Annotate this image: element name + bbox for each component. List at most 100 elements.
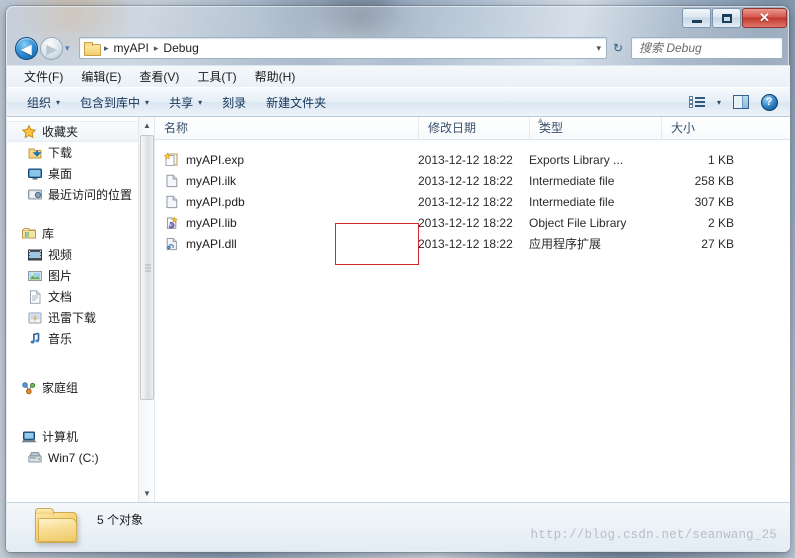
file-name-cell[interactable]: myAPI.pdb	[155, 194, 418, 210]
file-name-cell[interactable]: myAPI.dll	[155, 236, 418, 252]
address-bar[interactable]: ▸ myAPI ▸ Debug ▾	[79, 37, 607, 59]
chevron-down-icon: ▾	[716, 97, 721, 107]
breadcrumb-item-debug[interactable]: Debug	[160, 38, 201, 58]
file-date-cell: 2013-12-12 18:22	[418, 173, 513, 188]
table-row[interactable]: myAPI.ilk 2013-12-12 18:22 Intermediate …	[155, 170, 790, 191]
toolbar-burn-button[interactable]: 刻录	[212, 91, 256, 114]
file-size-cell: 1 KB	[707, 152, 734, 167]
file-date-cell: 2013-12-12 18:22	[418, 236, 513, 251]
change-view-dropdown[interactable]: ▾	[712, 91, 726, 113]
forward-arrow-icon: ▶	[46, 41, 57, 56]
dll-file-icon	[164, 236, 180, 252]
column-header-type[interactable]: 类型	[529, 117, 661, 140]
homegroup-icon	[21, 380, 37, 396]
preview-pane-button[interactable]	[728, 91, 754, 113]
back-button[interactable]: ◀	[15, 37, 38, 60]
toolbar-share-label: 共享	[169, 95, 194, 110]
table-row[interactable]: myAPI.dll 2013-12-12 18:22 应用程序扩展 27 KB	[155, 233, 790, 254]
folder-flap	[38, 518, 77, 542]
file-date-cell: 2013-12-12 18:22	[418, 194, 513, 209]
command-toolbar: 组织 ▾ 包含到库中 ▾ 共享 ▾ 刻录 新建文件夹 ▾ ?	[7, 87, 790, 117]
scroll-up-button[interactable]: ▲	[139, 117, 154, 134]
sidebar-item-computer[interactable]: 计算机	[7, 426, 154, 447]
file-list-pane: 名称 修改日期 类型 大小 ▲ myAPI.exp 2013-12-12 18:…	[155, 117, 790, 502]
help-icon: ?	[760, 93, 778, 111]
sidebar-label: 家庭组	[42, 381, 79, 395]
toolbar-right-group: ▾ ?	[684, 91, 790, 113]
toolbar-include-in-library-button[interactable]: 包含到库中 ▾	[70, 91, 159, 114]
pictures-icon	[27, 268, 43, 284]
list-top-spacer	[155, 140, 790, 149]
menu-item-file[interactable]: 文件(F)	[15, 66, 72, 87]
file-name-label: myAPI.dll	[186, 236, 237, 251]
sidebar-label: 库	[42, 227, 55, 241]
toolbar-organize-button[interactable]: 组织 ▾	[17, 91, 70, 114]
menu-item-tools[interactable]: 工具(T)	[188, 66, 245, 87]
sidebar-scrollbar[interactable]: ▲ ▼	[138, 117, 154, 502]
toolbar-burn-label: 刻录	[222, 95, 247, 110]
sidebar-label: 音乐	[48, 332, 73, 346]
scrollbar-thumb[interactable]	[140, 135, 154, 400]
sidebar-item-favorites[interactable]: 收藏夹	[7, 121, 154, 142]
preview-pane-icon	[733, 95, 749, 109]
sidebar-item-libraries[interactable]: 库	[7, 223, 154, 244]
table-row[interactable]: myAPI.pdb 2013-12-12 18:22 Intermediate …	[155, 191, 790, 212]
history-dropdown-button[interactable]: ▾	[65, 44, 76, 53]
sidebar-item-desktop[interactable]: 桌面	[7, 163, 154, 184]
menu-item-help[interactable]: 帮助(H)	[246, 66, 305, 87]
sidebar-item-thunder-download[interactable]: 迅雷下载	[7, 307, 154, 328]
sidebar-item-downloads[interactable]: 下载	[7, 142, 154, 163]
file-name-label: myAPI.exp	[186, 152, 245, 167]
column-header-size[interactable]: 大小	[661, 117, 743, 140]
column-header-name[interactable]: 名称	[155, 117, 418, 140]
file-name-label: myAPI.lib	[186, 215, 237, 230]
sidebar-item-music[interactable]: 音乐	[7, 328, 154, 349]
table-row[interactable]: myAPI.lib 2013-12-12 18:22 Object File L…	[155, 212, 790, 233]
watermark-url: http://blog.csdn.net/seanwang_25	[530, 528, 777, 542]
menu-item-edit[interactable]: 编辑(E)	[72, 66, 130, 87]
menu-item-view[interactable]: 查看(V)	[130, 66, 188, 87]
toolbar-new-folder-button[interactable]: 新建文件夹	[256, 91, 336, 114]
search-input[interactable]	[632, 41, 795, 55]
maximize-button[interactable]	[712, 8, 741, 28]
table-row[interactable]: myAPI.exp 2013-12-12 18:22 Exports Libra…	[155, 149, 790, 170]
forward-button[interactable]: ▶	[40, 37, 63, 60]
sidebar-item-homegroup[interactable]: 家庭组	[7, 377, 154, 398]
file-type-cell: Object File Library	[529, 215, 627, 230]
sidebar-item-recent-places[interactable]: 最近访问的位置	[7, 184, 154, 205]
sidebar-item-documents[interactable]: 文档	[7, 286, 154, 307]
refresh-button[interactable]: ↻	[609, 39, 627, 57]
toolbar-share-button[interactable]: 共享 ▾	[159, 91, 212, 114]
sidebar-label: 图片	[48, 269, 73, 283]
status-bar: 5 个对象	[7, 502, 790, 551]
address-dropdown-icon[interactable]: ▾	[596, 43, 601, 54]
folder-large-icon	[33, 508, 79, 546]
sidebar-item-pictures[interactable]: 图片	[7, 265, 154, 286]
title-bar: ✕	[7, 7, 790, 31]
toolbar-new-folder-label: 新建文件夹	[266, 95, 327, 110]
file-date-cell: 2013-12-12 18:22	[418, 215, 513, 230]
minimize-button[interactable]	[682, 8, 711, 28]
sidebar-label: 计算机	[42, 430, 79, 444]
breadcrumb-separator: ▸	[104, 42, 109, 53]
sidebar-item-drive-c[interactable]: Win7 (C:)	[7, 447, 154, 468]
chevron-up-icon: ▲	[143, 121, 151, 130]
window-controls: ✕	[682, 8, 787, 28]
file-name-cell[interactable]: myAPI.exp	[155, 151, 418, 168]
search-box[interactable]: ⚲	[631, 37, 795, 59]
sidebar-label: Win7 (C:)	[48, 450, 99, 465]
close-icon: ✕	[759, 10, 770, 25]
close-button[interactable]: ✕	[742, 8, 787, 28]
sidebar-item-videos[interactable]: 视频	[7, 244, 154, 265]
change-view-button[interactable]	[684, 91, 710, 113]
column-header-date-modified[interactable]: 修改日期	[418, 117, 529, 140]
breadcrumb-item-myapi[interactable]: myAPI	[111, 38, 152, 58]
toolbar-organize-label: 组织	[27, 95, 52, 110]
file-name-cell[interactable]: myAPI.lib	[155, 215, 418, 231]
scroll-down-button[interactable]: ▼	[139, 485, 154, 502]
file-name-cell[interactable]: myAPI.ilk	[155, 173, 418, 189]
help-button[interactable]: ?	[756, 91, 782, 113]
chevron-down-icon: ▾	[56, 97, 61, 107]
